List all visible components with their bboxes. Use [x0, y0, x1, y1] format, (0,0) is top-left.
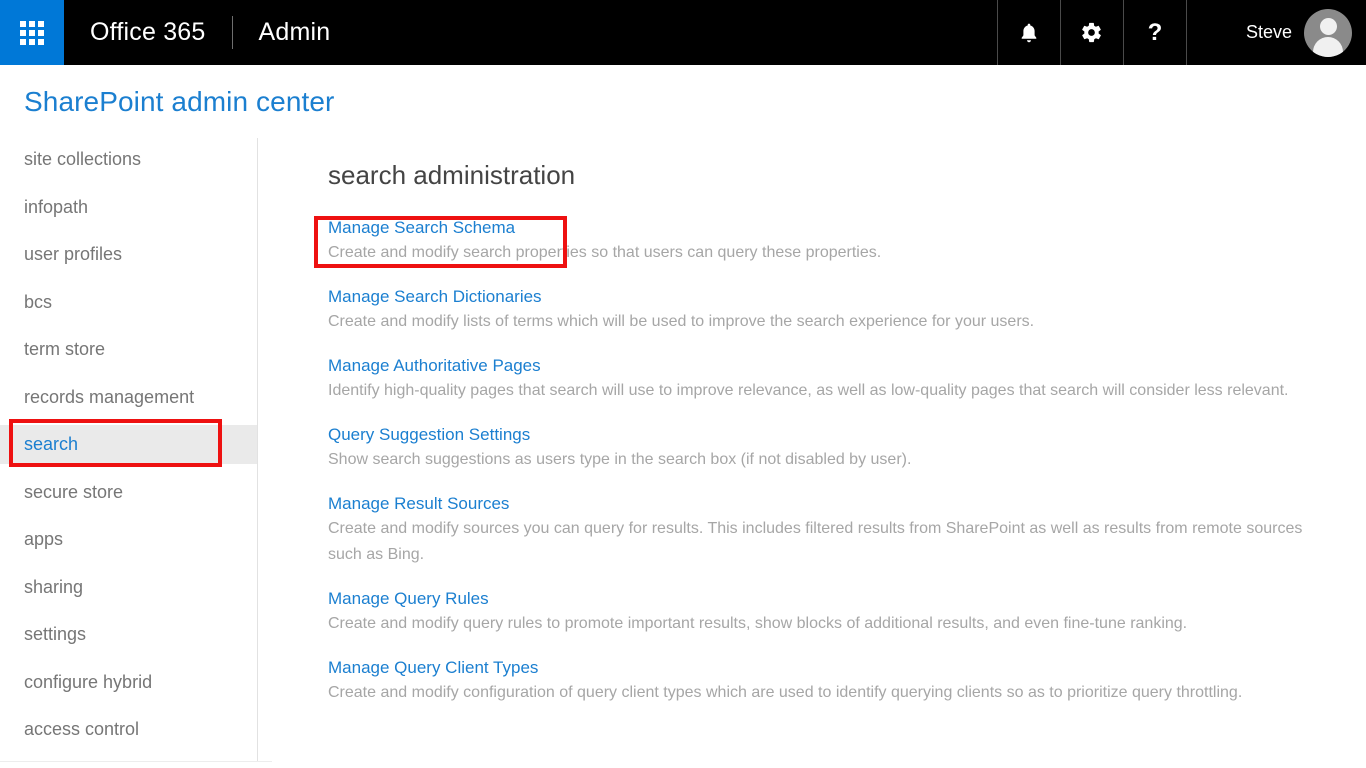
admin-link-block: Manage Query RulesCreate and modify quer… [328, 587, 1328, 637]
sidebar-item-label: user profiles [24, 244, 122, 265]
sidebar-item-label: bcs [24, 292, 52, 313]
admin-link-manage-query-rules[interactable]: Manage Query Rules [328, 587, 489, 611]
app-launcher-button[interactable] [0, 0, 64, 65]
admin-link-description: Create and modify configuration of query… [328, 680, 1313, 706]
help-question-icon: ? [1148, 21, 1163, 45]
admin-link-list: Manage Search SchemaCreate and modify se… [328, 216, 1328, 706]
sidebar-navigation: site collections infopath user profiles bcs… [0, 138, 258, 762]
sidebar-item-label: site collections [24, 149, 141, 170]
admin-link-manage-search-dictionaries[interactable]: Manage Search Dictionaries [328, 285, 542, 309]
settings-gear-icon [1080, 21, 1103, 44]
sidebar-item-apps[interactable]: apps [0, 520, 257, 559]
admin-link-manage-query-client-types[interactable]: Manage Query Client Types [328, 656, 538, 680]
sidebar-item-infopath[interactable]: infopath [0, 188, 257, 227]
admin-link-description: Create and modify query rules to promote… [328, 611, 1313, 637]
sidebar-item-label: settings [24, 624, 86, 645]
settings-button[interactable] [1060, 0, 1123, 65]
sidebar-item-label: sharing [24, 577, 83, 598]
page-title: SharePoint admin center [24, 86, 334, 118]
user-name-label: Steve [1246, 22, 1292, 43]
content-heading: search administration [328, 160, 575, 191]
user-account-button[interactable]: Steve [1246, 0, 1366, 65]
admin-link-description: Show search suggestions as users type in… [328, 447, 1313, 473]
admin-link-manage-result-sources[interactable]: Manage Result Sources [328, 492, 509, 516]
suite-bar-spacer [356, 0, 997, 65]
main-content: search administration Manage Search Sche… [258, 138, 1366, 768]
suite-bar: Office 365 Admin ? Steve [0, 0, 1366, 65]
sidebar-item-label: apps [24, 529, 63, 550]
admin-link-manage-authoritative-pages[interactable]: Manage Authoritative Pages [328, 354, 541, 378]
sidebar-item-label: records management [24, 387, 194, 408]
help-button[interactable]: ? [1123, 0, 1186, 65]
app-launcher-waffle-icon [20, 21, 44, 45]
sidebar-item-term-store[interactable]: term store [0, 330, 257, 369]
sidebar-item-records-management[interactable]: records management [0, 378, 257, 417]
notifications-button[interactable] [997, 0, 1060, 65]
sidebar-item-user-profiles[interactable]: user profiles [0, 235, 257, 274]
sidebar-item-site-collections[interactable]: site collections [0, 140, 257, 179]
suite-bar-right-gap [1186, 0, 1246, 65]
user-avatar-icon [1304, 9, 1352, 57]
sidebar-item-label: secure store [24, 482, 123, 503]
bottom-divider [0, 761, 272, 762]
sidebar-item-label: configure hybrid [24, 672, 152, 693]
admin-link-description: Create and modify lists of terms which w… [328, 309, 1313, 335]
sidebar-item-sharing[interactable]: sharing [0, 568, 257, 607]
admin-link-block: Query Suggestion SettingsShow search sug… [328, 423, 1328, 473]
admin-link-block: Manage Result SourcesCreate and modify s… [328, 492, 1328, 568]
admin-link-block: Manage Search SchemaCreate and modify se… [328, 216, 1328, 266]
sidebar-item-search[interactable]: search [0, 425, 257, 464]
admin-link-manage-search-schema[interactable]: Manage Search Schema [328, 216, 515, 240]
admin-app-name-link[interactable]: Admin [233, 0, 357, 65]
sidebar-item-label: search [24, 434, 78, 455]
admin-link-description: Create and modify search properties so t… [328, 240, 1313, 266]
sidebar-item-settings[interactable]: settings [0, 615, 257, 654]
sidebar-item-bcs[interactable]: bcs [0, 283, 257, 322]
sidebar-item-label: infopath [24, 197, 88, 218]
sidebar-item-secure-store[interactable]: secure store [0, 473, 257, 512]
sidebar-item-configure-hybrid[interactable]: configure hybrid [0, 663, 257, 702]
admin-link-query-suggestion-settings[interactable]: Query Suggestion Settings [328, 423, 530, 447]
sidebar-item-label: term store [24, 339, 105, 360]
admin-link-block: Manage Query Client TypesCreate and modi… [328, 656, 1328, 706]
notifications-bell-icon [1019, 22, 1039, 44]
sidebar-item-label: access control [24, 719, 139, 740]
sidebar-item-access-control[interactable]: access control [0, 710, 257, 749]
admin-link-block: Manage Authoritative PagesIdentify high-… [328, 354, 1328, 404]
office-365-brand-link[interactable]: Office 365 [64, 0, 232, 65]
admin-link-block: Manage Search DictionariesCreate and mod… [328, 285, 1328, 335]
admin-link-description: Create and modify sources you can query … [328, 516, 1313, 568]
admin-link-description: Identify high-quality pages that search … [328, 378, 1313, 404]
